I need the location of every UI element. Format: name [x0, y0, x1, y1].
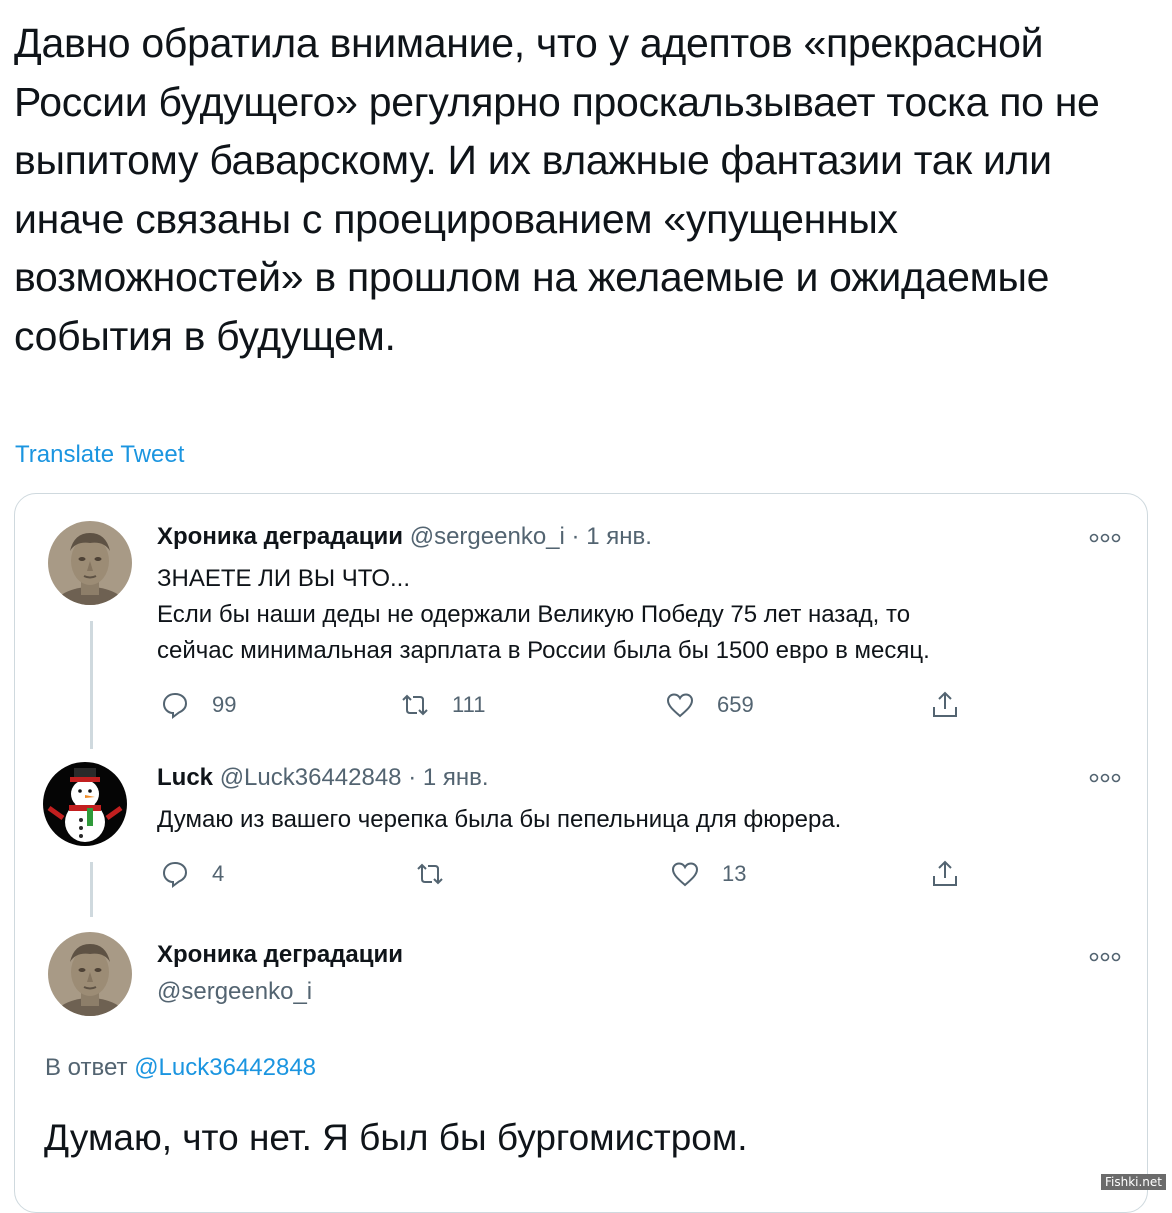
more-options-icon[interactable] [1088, 771, 1122, 785]
reply-context: В ответ @Luck36442848 [45, 1054, 316, 1082]
tweet-body: Думаю из вашего черепка была бы пепельни… [157, 802, 1117, 838]
author-handle[interactable]: @Luck36442848 [220, 764, 402, 791]
author-handle[interactable]: @sergeenko_i [410, 523, 565, 550]
retweet-count: 111 [452, 692, 486, 717]
tweet-text: Давно обратила внимание, что у адептов «… [14, 20, 1100, 359]
roman-bust-icon [48, 521, 132, 605]
reply-icon [162, 692, 188, 719]
tweet-date[interactable]: 1 янв. [586, 523, 652, 550]
author-name[interactable]: Хроника деградации [157, 941, 403, 968]
reply-count: 99 [212, 692, 237, 717]
share-icon [933, 860, 957, 886]
retweet-icon [417, 863, 443, 885]
reply-prefix: В ответ [45, 1054, 128, 1081]
tweet-header: Хроника деградации [157, 941, 403, 969]
like-button[interactable]: 659 [665, 689, 754, 721]
retweet-button[interactable] [415, 858, 467, 890]
reply-tweet-text: Думаю, что нет. Я был бы бургомистром. [44, 1117, 748, 1158]
author-name[interactable]: Luck [157, 764, 213, 791]
watermark: Fishki.net [1100, 1174, 1166, 1190]
thread-connector-line [90, 621, 93, 749]
more-options-icon[interactable] [1088, 950, 1122, 964]
like-count: 13 [722, 861, 747, 886]
share-icon [933, 691, 957, 717]
like-button[interactable]: 13 [670, 858, 746, 890]
retweet-button[interactable]: 111 [400, 689, 485, 721]
tweet-actions: 4 13 [160, 858, 980, 890]
heart-icon [666, 693, 694, 718]
reply-button[interactable]: 99 [160, 689, 236, 721]
tweet-actions: 99 111 659 [160, 689, 980, 721]
author-handle[interactable]: @sergeenko_i [157, 978, 312, 1005]
more-options-icon[interactable] [1088, 531, 1122, 545]
share-button[interactable] [930, 689, 960, 721]
snowman-icon [43, 762, 127, 846]
separator-dot: · [408, 764, 417, 791]
roman-bust-icon [48, 932, 132, 1016]
reply-count: 4 [212, 861, 225, 886]
tweet-date[interactable]: 1 янв. [423, 764, 489, 791]
tweet-line: Думаю из вашего черепка была бы пепельни… [157, 806, 842, 833]
heart-icon [671, 862, 699, 887]
roman-bust-avatar[interactable] [48, 521, 132, 605]
thread-connector-line [90, 862, 93, 917]
like-count: 659 [717, 692, 754, 717]
roman-bust-avatar[interactable] [48, 932, 132, 1016]
separator-dot: · [571, 523, 580, 550]
snowman-avatar[interactable] [43, 762, 127, 846]
reply-button[interactable]: 4 [160, 858, 224, 890]
author-name[interactable]: Хроника деградации [157, 523, 403, 550]
tweet-header: Luck @Luck36442848 · 1 янв. [157, 764, 489, 792]
tweet-body: ЗНАЕТЕ ЛИ ВЫ ЧТО... Если бы наши деды не… [157, 561, 1117, 669]
reply-to-handle[interactable]: @Luck36442848 [134, 1054, 316, 1081]
tweet-subheader: @sergeenko_i [157, 978, 312, 1006]
retweet-icon [402, 694, 428, 716]
translate-tweet-link[interactable]: Translate Tweet [15, 441, 184, 469]
tweet-header: Хроника деградации @sergeenko_i · 1 янв. [157, 523, 652, 551]
tweet-line: ЗНАЕТЕ ЛИ ВЫ ЧТО... [157, 565, 411, 592]
share-button[interactable] [930, 858, 960, 890]
tweet-line: сейчас минимальная зарплата в России был… [157, 637, 930, 664]
tweet-line: Если бы наши деды не одержали Великую По… [157, 601, 911, 628]
reply-icon [162, 861, 188, 888]
